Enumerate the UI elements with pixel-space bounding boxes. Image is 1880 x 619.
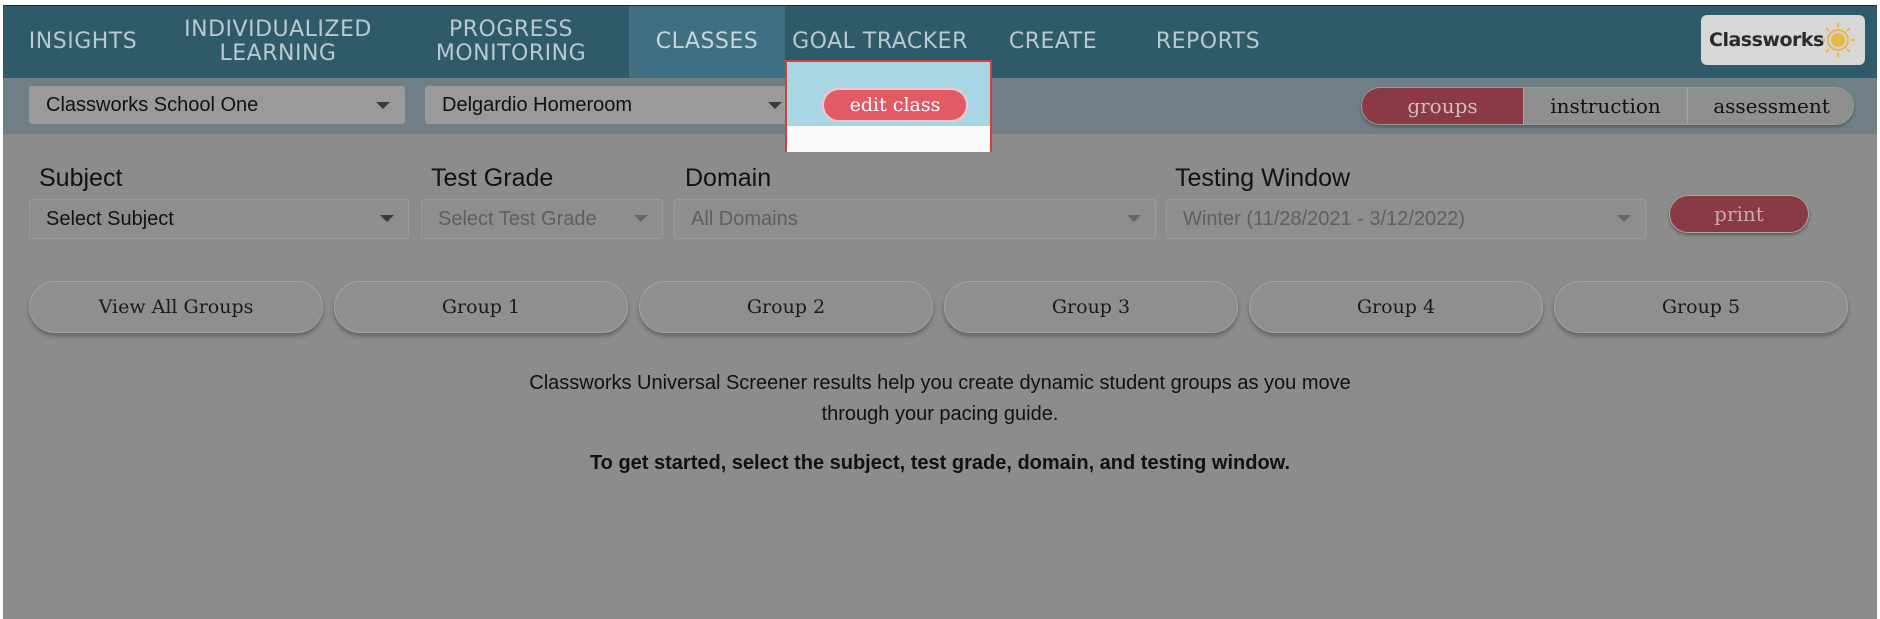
school-select-value: Classworks School One <box>46 93 259 116</box>
testing-window-select-value: Winter (11/28/2021 - 3/12/2022) <box>1183 207 1466 230</box>
print-button[interactable]: print <box>1669 195 1809 233</box>
domain-select-value: All Domains <box>691 207 798 230</box>
app-frame: INSIGHTS INDIVIDUALIZED LEARNING PROGRES… <box>3 5 1877 619</box>
info-text-line2: through your pacing guide. <box>821 403 1059 425</box>
nav-item-label: CLASSES <box>655 29 759 54</box>
nav-item-label: GOAL TRACKER <box>792 29 968 54</box>
nav-item-label: CREATE <box>1008 29 1098 54</box>
subject-label: Subject <box>39 164 123 192</box>
nav-item-classes[interactable]: CLASSES <box>629 6 785 78</box>
group-1-button[interactable]: Group 1 <box>334 281 628 333</box>
nav-item-reports[interactable]: REPORTS <box>1143 6 1273 78</box>
chevron-down-icon <box>1127 215 1141 222</box>
school-select[interactable]: Classworks School One <box>29 86 405 124</box>
nav-item-progress-monitoring[interactable]: PROGRESS MONITORING <box>393 6 629 78</box>
group-5-button[interactable]: Group 5 <box>1554 281 1848 333</box>
nav-item-label-line2: LEARNING <box>219 41 337 66</box>
testing-window-select[interactable]: Winter (11/28/2021 - 3/12/2022) <box>1166 199 1646 239</box>
get-started-instructions: To get started, select the subject, test… <box>589 452 1291 474</box>
domain-label: Domain <box>685 164 772 192</box>
nav-item-label-line1: PROGRESS <box>448 17 574 42</box>
nav-item-label-line1: INDIVIDUALIZED <box>184 17 372 42</box>
test-grade-select[interactable]: Select Test Grade <box>421 199 663 239</box>
subject-select[interactable]: Select Subject <box>29 199 409 239</box>
view-toggle-groups[interactable]: groups <box>1362 88 1523 124</box>
subject-select-value: Select Subject <box>46 207 174 230</box>
highlight-fill-lower <box>787 126 990 152</box>
view-toggle-instruction[interactable]: instruction <box>1523 88 1687 124</box>
nav-item-label: INSIGHTS <box>28 29 138 54</box>
group-2-button[interactable]: Group 2 <box>639 281 933 333</box>
test-grade-label: Test Grade <box>431 164 554 192</box>
test-grade-select-value: Select Test Grade <box>438 207 597 230</box>
view-toggle-assessment[interactable]: assessment <box>1687 88 1853 124</box>
nav-item-insights[interactable]: INSIGHTS <box>3 6 163 78</box>
sun-logo-icon <box>1821 23 1855 57</box>
brand-name: Classworks <box>1709 29 1824 51</box>
class-select[interactable]: Delgardio Homeroom <box>425 86 797 124</box>
nav-item-create[interactable]: CREATE <box>993 6 1113 78</box>
domain-select[interactable]: All Domains <box>674 199 1156 239</box>
view-all-groups-button[interactable]: View All Groups <box>29 281 323 333</box>
brand-logo-button[interactable]: Classworks <box>1701 15 1865 65</box>
group-4-button[interactable]: Group 4 <box>1249 281 1543 333</box>
chevron-down-icon <box>768 102 782 109</box>
group-3-button[interactable]: Group 3 <box>944 281 1238 333</box>
view-toggle: groups instruction assessment <box>1361 87 1854 125</box>
nav-item-individualized-learning[interactable]: INDIVIDUALIZED LEARNING <box>163 6 393 78</box>
chevron-down-icon <box>376 102 390 109</box>
testing-window-label: Testing Window <box>1175 164 1351 192</box>
nav-item-label-line2: MONITORING <box>435 41 587 66</box>
groups-info: Classworks Universal Screener results he… <box>3 368 1877 430</box>
edit-class-button[interactable]: edit class <box>822 88 968 122</box>
chevron-down-icon <box>380 215 394 222</box>
chevron-down-icon <box>1617 215 1631 222</box>
info-text-line1: Classworks Universal Screener results he… <box>529 372 1351 394</box>
chevron-down-icon <box>634 215 648 222</box>
class-select-value: Delgardio Homeroom <box>442 93 633 116</box>
nav-item-label: REPORTS <box>1155 29 1261 54</box>
